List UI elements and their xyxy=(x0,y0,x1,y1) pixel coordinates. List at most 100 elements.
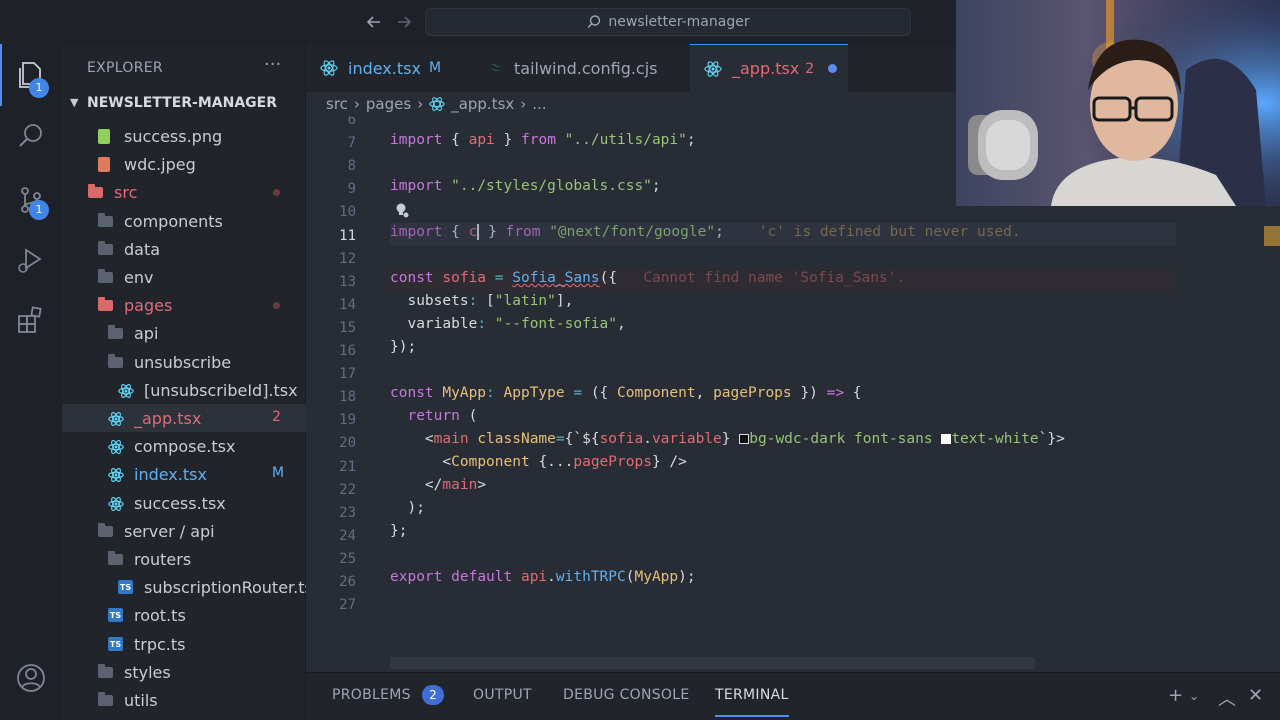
explorer-badge: 1 xyxy=(29,78,49,98)
maximize-panel-icon[interactable]: ︿ xyxy=(1218,685,1236,711)
code-line: export default api.withTRPC(MyApp); xyxy=(390,569,696,585)
tree-item[interactable]: success.png xyxy=(62,122,306,150)
back-arrow-icon[interactable] xyxy=(364,12,384,32)
tab-problems[interactable]: PROBLEMS xyxy=(332,687,411,703)
new-terminal-icon[interactable]: + xyxy=(1168,685,1183,706)
command-center-search[interactable]: newsletter-manager xyxy=(425,8,911,36)
tree-item-label: wdc.jpeg xyxy=(124,155,196,175)
unsaved-dot-icon[interactable] xyxy=(828,64,838,73)
run-debug-icon[interactable] xyxy=(15,244,47,276)
tree-item[interactable]: TS subscriptionRouter.ts xyxy=(62,573,313,601)
tree-item-decoration: M xyxy=(272,465,285,482)
code-line: const MyApp: AppType = ({ Component, pag… xyxy=(390,385,862,401)
tree-item[interactable]: utils xyxy=(62,686,306,714)
line-number: 20 xyxy=(339,435,356,452)
folder-icon xyxy=(98,663,113,678)
line-number: 27 xyxy=(339,597,356,614)
tree-item-label: styles xyxy=(124,662,171,682)
close-icon[interactable]: ✕ xyxy=(1248,685,1263,706)
tree-item-label: unsubscribe xyxy=(134,352,232,372)
tab-label: tailwind.config.cjs xyxy=(514,58,658,78)
lint-warning-hint: 'c' is defined but never used. xyxy=(758,224,1021,240)
horizontal-scrollbar[interactable] xyxy=(390,657,1035,669)
search-icon[interactable] xyxy=(15,120,47,152)
tree-item[interactable]: wdc.jpeg xyxy=(62,150,306,178)
tree-item[interactable]: pages xyxy=(62,291,306,319)
tree-item-label: data xyxy=(124,239,161,259)
breadcrumb-item[interactable]: src xyxy=(326,95,348,113)
tab-tailwind-config[interactable]: tailwind.config.cjs xyxy=(472,44,688,92)
tree-item[interactable]: index.tsx M xyxy=(62,460,306,488)
react-icon xyxy=(108,496,124,511)
code-line: }; xyxy=(390,523,408,539)
breadcrumb-item[interactable]: _app.tsx xyxy=(451,95,514,113)
line-number: 18 xyxy=(339,389,356,406)
extensions-icon[interactable] xyxy=(15,304,47,336)
forward-arrow-icon[interactable] xyxy=(394,12,414,32)
tree-item-label: root.ts xyxy=(134,606,186,626)
tree-item[interactable]: api xyxy=(62,319,306,347)
tree-item[interactable]: success.tsx xyxy=(62,489,306,517)
tree-item[interactable]: data xyxy=(62,235,306,263)
tree-item[interactable]: routers xyxy=(62,545,306,573)
tab-debug-console[interactable]: DEBUG CONSOLE xyxy=(563,687,690,703)
tree-item[interactable]: styles xyxy=(62,658,306,686)
code-line: <main className={`${sofia.variable} bg-w… xyxy=(424,431,1065,447)
tree-item[interactable]: TS trpc.ts xyxy=(62,630,306,658)
react-icon xyxy=(108,411,124,426)
tree-item[interactable]: [unsubscribeId].tsx xyxy=(62,376,306,404)
folder-icon xyxy=(98,240,113,255)
line-number: 12 xyxy=(339,250,356,267)
tree-item[interactable]: server / api xyxy=(62,517,306,545)
tree-item[interactable]: _app.tsx 2 xyxy=(62,404,306,432)
chevron-right-icon: › xyxy=(520,95,527,113)
tree-item-label: success.tsx xyxy=(134,493,226,513)
explorer-title: EXPLORER xyxy=(87,60,163,76)
tree-item[interactable]: components xyxy=(62,207,306,235)
code-line: </main> xyxy=(424,477,487,493)
more-actions-icon[interactable]: ··· xyxy=(264,54,281,75)
line-number: 23 xyxy=(339,504,356,521)
tab-index[interactable]: index.tsx M xyxy=(306,44,472,92)
account-icon[interactable] xyxy=(15,662,47,694)
line-number: 21 xyxy=(339,458,356,475)
tree-item[interactable]: env xyxy=(62,263,306,291)
tree-item-label: env xyxy=(124,268,154,287)
tree-item-decoration: 2 xyxy=(272,409,281,425)
tree-item[interactable]: unsubscribe xyxy=(62,348,306,376)
tree-item[interactable]: src xyxy=(62,178,306,206)
typescript-icon: TS xyxy=(108,608,123,623)
tree-item-label: index.tsx xyxy=(134,465,207,485)
typescript-icon: TS xyxy=(108,636,123,651)
folder-icon xyxy=(98,269,113,283)
react-icon xyxy=(320,60,338,76)
lightbulb-icon[interactable] xyxy=(394,202,410,218)
folder-icon xyxy=(98,212,113,227)
react-icon xyxy=(108,439,124,455)
breadcrumb-item[interactable]: ... xyxy=(532,95,546,113)
line-number: 19 xyxy=(339,412,356,429)
tree-item[interactable]: TS root.ts xyxy=(62,601,306,629)
explorer-root[interactable]: ▼ NEWSLETTER-MANAGER xyxy=(62,92,306,116)
tree-item-label: server / api xyxy=(124,521,215,541)
folder-icon xyxy=(98,297,113,312)
active-tab-underline xyxy=(715,715,789,717)
overview-ruler-marker xyxy=(1264,226,1280,246)
tree-item-label: routers xyxy=(134,550,192,569)
code-line: <Component {...pageProps} /> xyxy=(442,454,687,470)
code-line: return ( xyxy=(407,408,478,424)
typescript-icon: TS xyxy=(118,580,133,595)
line-number: 26 xyxy=(339,574,356,590)
breadcrumb-item[interactable]: pages xyxy=(366,95,411,113)
folder-icon xyxy=(98,522,113,537)
chevron-down-icon[interactable]: ⌄ xyxy=(1189,689,1199,703)
tab-terminal[interactable]: TERMINAL xyxy=(715,687,789,703)
tab-modified-badge: M xyxy=(428,60,442,76)
code-line: variable: "--font-sofia", xyxy=(407,316,626,332)
tab-app[interactable]: _app.tsx 2 xyxy=(690,44,848,92)
tab-output[interactable]: OUTPUT xyxy=(473,687,532,703)
editor-tabs: index.tsx M tailwind.config.cjs _app.tsx… xyxy=(306,44,956,92)
tree-item[interactable]: compose.tsx xyxy=(62,432,306,460)
code-line: import { api } from "../utils/api"; xyxy=(390,132,696,148)
modified-dot-icon xyxy=(273,189,280,197)
